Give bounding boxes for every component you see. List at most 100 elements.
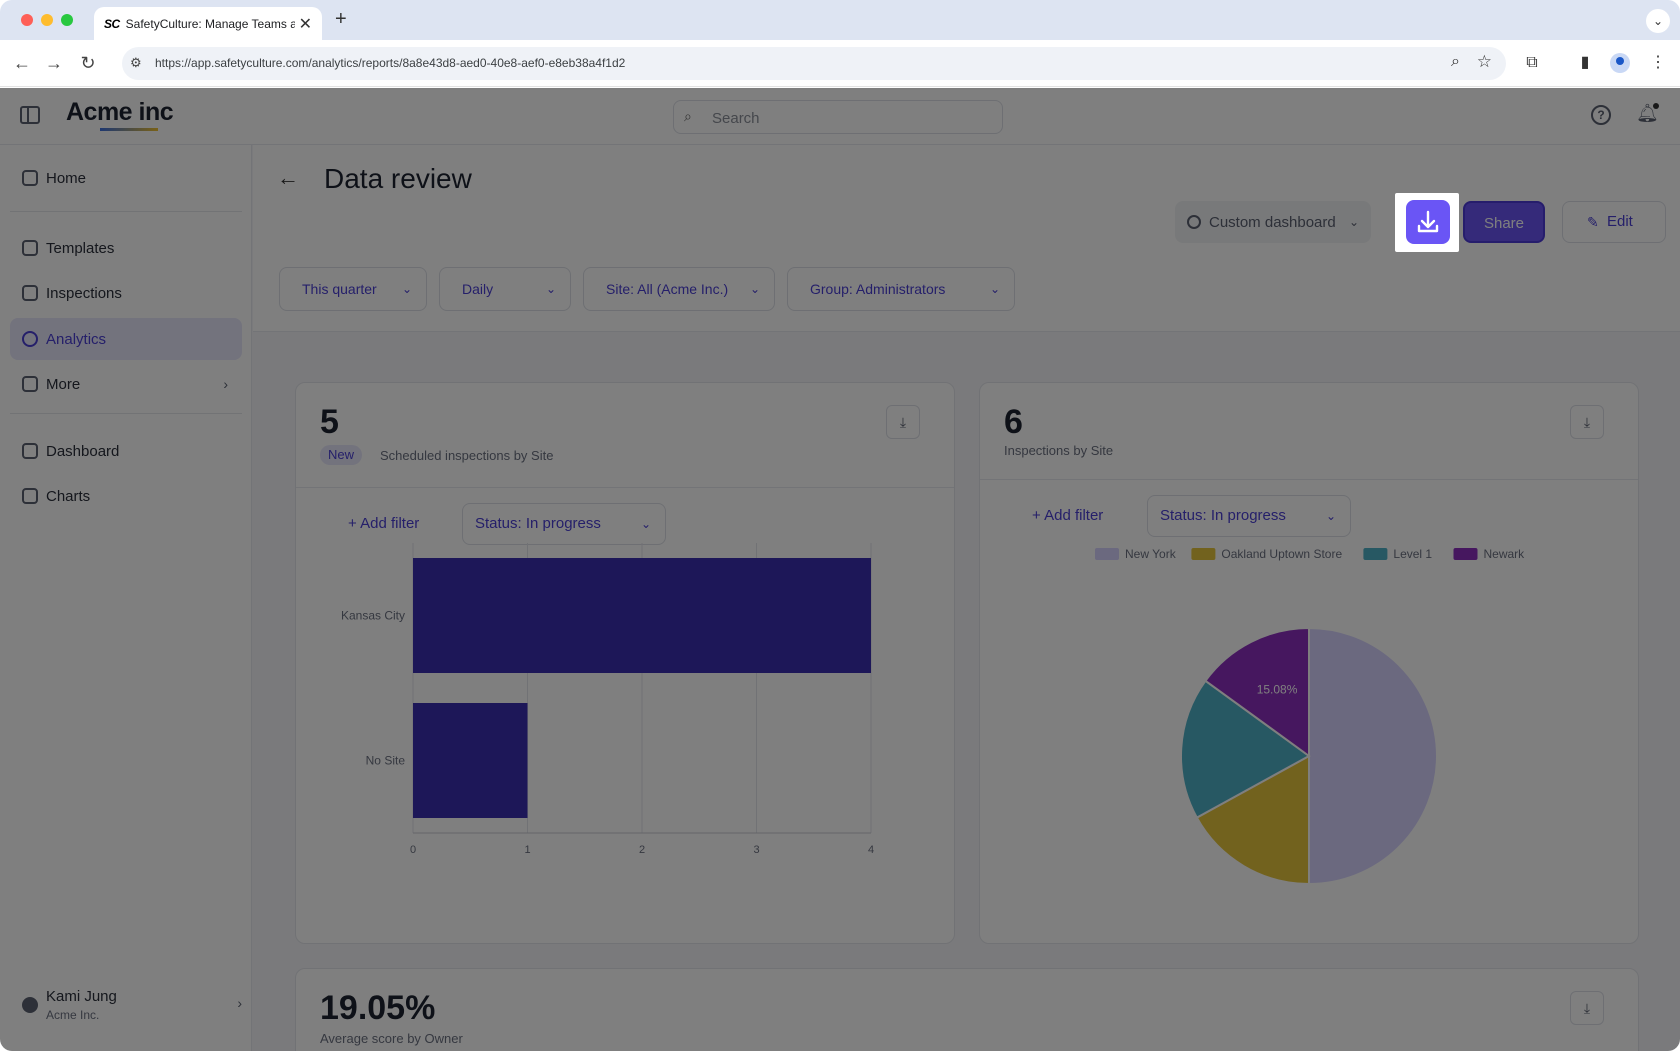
templates-icon (22, 240, 38, 256)
new-badge: New (320, 445, 363, 465)
pencil-icon: ✎ (1587, 214, 1599, 230)
tab-title: SafetyCulture: Manage Teams and... (125, 16, 295, 31)
add-filter-button[interactable]: + Add filter (1032, 507, 1103, 524)
eye-icon (1187, 215, 1201, 229)
average-score-card: 19.05% Average score by Owner ⤓ (295, 968, 1639, 1051)
sidebar-item-inspections[interactable]: Inspections (10, 272, 242, 314)
tab-close-icon[interactable]: ✕ (299, 14, 312, 34)
user-org: Acme Inc. (46, 1008, 100, 1022)
close-window-button[interactable] (21, 14, 33, 26)
sidebar-item-label: Dashboard (46, 442, 120, 460)
download-icon[interactable]: ⤓ (886, 405, 920, 439)
pie-chart: New York Oakland Uptown Store Level 1 Newar… (1095, 547, 1526, 886)
sidebar-item-home[interactable]: Home (10, 157, 242, 199)
card-value: 5 (320, 403, 339, 441)
site-filter[interactable]: Site: All (Acme Inc.) ⌄ (583, 267, 775, 311)
y-category-label: No Site (366, 754, 406, 768)
maximize-window-button[interactable] (61, 14, 73, 26)
sidebar-item-label: Charts (46, 487, 91, 505)
minimize-window-button[interactable] (41, 14, 53, 26)
filter-label: Daily (462, 281, 494, 297)
y-category-label: Kansas City (341, 609, 405, 623)
card-divider (296, 487, 954, 488)
card-divider (980, 479, 1638, 480)
legend-swatch (1363, 548, 1388, 560)
sidebar-item-dashboard[interactable]: Dashboard (10, 430, 242, 472)
sidebar-toggle-icon[interactable] (20, 106, 40, 124)
home-icon (22, 170, 38, 186)
x-tick-label: 3 (753, 844, 759, 856)
card-subtitle: Inspections by Site (1004, 443, 1114, 458)
download-button-highlight[interactable] (1406, 200, 1450, 244)
help-icon[interactable]: ? (1591, 105, 1611, 125)
add-filter-button[interactable]: + Add filter (348, 515, 419, 532)
forward-arrow-icon[interactable]: → (41, 50, 67, 76)
legend-label: Oakland Uptown Store (1221, 547, 1342, 561)
status-filter[interactable]: Status: In progress ⌄ (1147, 495, 1351, 537)
search-icon: ⌕ (684, 108, 692, 124)
download-icon[interactable]: ⤓ (1570, 405, 1604, 439)
x-tick-label: 0 (410, 844, 416, 856)
chevron-down-icon: ⌄ (1348, 215, 1359, 229)
share-button[interactable]: Share (1463, 201, 1545, 243)
date-range-filter[interactable]: This quarter ⌄ (279, 267, 427, 311)
sidebar-item-label: More (46, 375, 81, 393)
download-icon (1417, 210, 1439, 233)
bar (413, 558, 871, 673)
url-text: https://app.safetyculture.com/analytics/… (155, 56, 626, 70)
tab-strip: SC SafetyCulture: Manage Teams and... ✕ … (0, 0, 1680, 40)
legend-swatch (1453, 548, 1478, 560)
pie-data-label: 15.08% (1257, 682, 1298, 696)
sidebar: Home Templates Inspections Analytics Mor… (0, 145, 252, 1051)
dashboard-select-label: Custom dashboard (1209, 213, 1336, 231)
user-menu[interactable]: Kami Jung Acme Inc. › (22, 985, 242, 1031)
chevron-down-icon: ⌄ (989, 282, 1000, 296)
back-arrow-icon[interactable]: ← (9, 50, 35, 76)
extensions-icon[interactable]: ⧉ (1519, 50, 1545, 76)
sidebar-item-more[interactable]: More › (10, 363, 242, 405)
highlighted-download-button[interactable] (1395, 193, 1459, 252)
back-arrow-icon[interactable]: ← (277, 165, 299, 191)
logo-underline (100, 128, 158, 131)
add-filter-label: Add filter (360, 515, 420, 532)
edit-button-label: Edit (1607, 213, 1633, 230)
tab-search-icon[interactable]: ⌄ (1646, 9, 1670, 33)
sidebar-divider (10, 211, 242, 212)
sidebar-item-templates[interactable]: Templates (10, 227, 242, 269)
download-icon[interactable]: ⤓ (1570, 991, 1604, 1025)
legend-label: Newark (1484, 547, 1526, 561)
zoom-icon[interactable]: ⌕ (1451, 53, 1460, 71)
new-tab-icon[interactable]: + (335, 8, 347, 31)
sidebar-item-charts[interactable]: Charts (10, 475, 242, 517)
company-logo: Acme inc (66, 98, 174, 126)
chevron-down-icon: ⌄ (401, 282, 412, 296)
side-panel-icon[interactable]: ▮ (1572, 50, 1598, 76)
bar (413, 703, 528, 818)
dashboard-select[interactable]: Custom dashboard ⌄ (1175, 201, 1371, 243)
browser-toolbar: ← → ↻ ⚙ https://app.safetyculture.com/an… (0, 40, 1680, 87)
chevron-down-icon: ⌄ (1325, 509, 1336, 523)
group-filter[interactable]: Group: Administrators ⌄ (787, 267, 1015, 311)
sidebar-item-label: Analytics (46, 330, 107, 348)
grid-icon (22, 376, 38, 392)
bookmark-star-icon[interactable]: ☆ (1477, 52, 1492, 72)
analytics-icon (22, 331, 38, 347)
x-tick-label: 1 (524, 844, 530, 856)
status-filter-label: Status: In progress (475, 515, 601, 532)
interval-filter[interactable]: Daily ⌄ (439, 267, 571, 311)
browser-menu-icon[interactable]: ⋮ (1645, 50, 1671, 76)
site-settings-icon[interactable]: ⚙ (130, 55, 142, 71)
tab-favicon: SC (104, 16, 120, 31)
bar-chart: 0 1 2 3 4 Kansas City No Site (341, 543, 874, 856)
legend-swatch (1095, 548, 1119, 560)
app-topbar: Acme inc ⌕ Search ? 🔔︎ (0, 88, 1680, 145)
address-bar[interactable]: ⚙ https://app.safetyculture.com/analytic… (122, 47, 1506, 80)
legend-swatch (1191, 548, 1216, 560)
edit-button[interactable]: ✎ Edit (1562, 201, 1666, 243)
search-input[interactable]: ⌕ Search (673, 100, 1003, 134)
x-tick-label: 4 (868, 844, 874, 856)
browser-tab[interactable]: SC SafetyCulture: Manage Teams and... ✕ (94, 7, 322, 40)
reload-icon[interactable]: ↻ (75, 50, 101, 76)
sidebar-item-analytics[interactable]: Analytics (10, 318, 242, 360)
profile-avatar-icon[interactable] (1610, 53, 1630, 73)
